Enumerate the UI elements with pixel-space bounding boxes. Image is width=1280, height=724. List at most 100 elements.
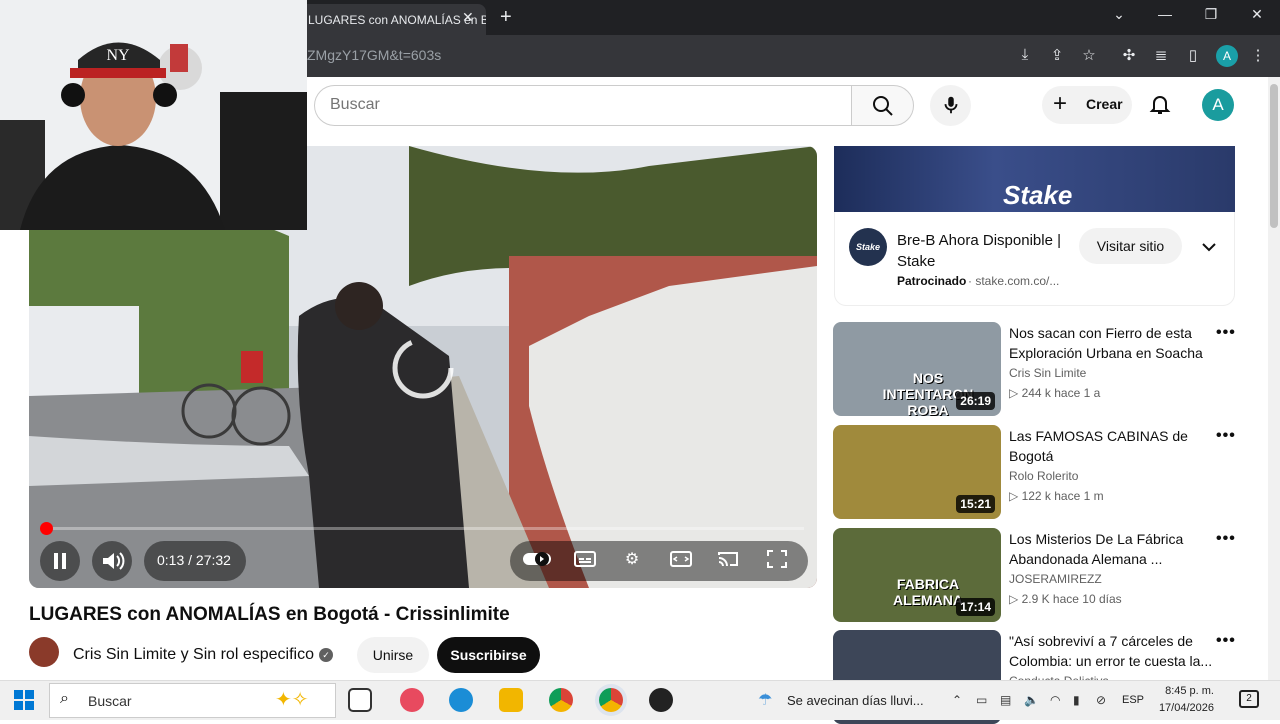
notification-count: 2 [1246, 693, 1252, 704]
rec-meta: ▷ 244 k hace 1 a [1009, 386, 1101, 400]
more-options-icon[interactable]: ••• [1216, 530, 1236, 548]
rec-channel[interactable]: JOSERAMIREZZ [1009, 572, 1102, 586]
progress-scrubber[interactable] [40, 522, 53, 535]
ad-title[interactable]: Bre-B Ahora Disponible | Stake [897, 230, 1077, 272]
channel-avatar[interactable] [29, 637, 59, 667]
rec-channel[interactable]: Rolo Rolerito [1009, 469, 1078, 483]
chevron-down-icon[interactable] [1200, 238, 1218, 261]
weather-text[interactable]: Se avecinan días lluvi... [787, 693, 924, 708]
mic-tray-icon[interactable]: ▮ [1073, 693, 1080, 707]
more-options-icon[interactable]: ••• [1216, 632, 1236, 650]
visit-site-button[interactable]: Visitar sitio [1079, 228, 1182, 264]
rec-title[interactable]: Nos sacan con Fierro de esta Exploración… [1009, 323, 1214, 363]
rec-meta: ▷ 122 k hace 1 m [1009, 489, 1104, 503]
chrome-profile-icon[interactable] [599, 688, 623, 712]
taskbar-search-label: Buscar [88, 693, 132, 709]
rec-title[interactable]: "Así sobreviví a 7 cárceles de Colombia:… [1009, 631, 1214, 671]
tab-title: LUGARES con ANOMALÍAS en Bogotá [308, 13, 486, 27]
create-label: Crear [1086, 96, 1123, 112]
new-tab-icon[interactable]: + [500, 6, 512, 29]
notification-center-icon[interactable]: 2 [1239, 690, 1259, 708]
file-explorer-icon[interactable] [499, 688, 523, 712]
language-indicator[interactable]: ESP [1122, 694, 1144, 706]
side-panel-icon[interactable]: ▯ [1182, 46, 1204, 64]
rec-title[interactable]: Los Misterios De La Fábrica Abandonada A… [1009, 529, 1214, 569]
channel-name[interactable]: Cris Sin Limite y Sin rol especifico [73, 646, 314, 664]
browser-tab[interactable]: LUGARES con ANOMALÍAS en Bogotá [296, 4, 486, 35]
cast-icon[interactable] [714, 549, 742, 574]
search-button[interactable] [851, 85, 914, 126]
clock-time[interactable]: 8:45 p. m. [1158, 685, 1214, 697]
rec-channel[interactable]: Cris Sin Limite [1009, 366, 1086, 380]
search-input[interactable] [330, 96, 830, 114]
rec-thumbnail[interactable]: FABRICA ALEMANA 17:14 [833, 528, 1001, 622]
restore-icon[interactable]: ❐ [1196, 6, 1226, 23]
video-title: LUGARES con ANOMALÍAS en Bogotá - Crissi… [29, 604, 510, 625]
tray-app-icon[interactable]: ▭ [976, 693, 987, 707]
ad-banner-logo: Stake [1003, 180, 1073, 210]
volume-icon [103, 552, 125, 570]
wifi-icon[interactable]: ◠ [1050, 693, 1060, 707]
miniplayer-icon[interactable] [667, 549, 695, 574]
verified-check-icon: ✓ [319, 648, 333, 662]
tray-app-icon-2[interactable]: ▤ [1000, 693, 1011, 707]
progress-track[interactable] [46, 527, 804, 530]
rec-thumbnail[interactable]: 15:21 [833, 425, 1001, 519]
browser-menu-icon[interactable]: ⋮ [1247, 46, 1269, 64]
volume-button[interactable] [92, 541, 132, 581]
pause-icon [54, 553, 66, 569]
rec-duration: 26:19 [956, 392, 995, 410]
autoplay-toggle-icon[interactable] [522, 549, 551, 574]
install-icon[interactable]: ⤓ [1014, 46, 1036, 63]
search-icon [872, 96, 893, 116]
clock-date[interactable]: 17/04/2026 [1158, 702, 1214, 714]
scrollbar-thumb[interactable] [1270, 84, 1278, 228]
share-icon[interactable]: ⇪ [1046, 46, 1068, 64]
voice-search-button[interactable] [930, 85, 971, 126]
fullscreen-icon[interactable] [763, 549, 791, 574]
rec-thumbnail[interactable]: NOS INTENTARON ROBA 26:19 [833, 322, 1001, 416]
close-window-icon[interactable]: ✕ [1242, 6, 1272, 23]
url-text[interactable]: ZMgzY17GM&t=603s [307, 47, 441, 63]
browser-profile-avatar[interactable]: A [1216, 45, 1238, 67]
more-options-icon[interactable]: ••• [1216, 427, 1236, 445]
minimize-icon[interactable]: — [1150, 6, 1180, 22]
windows-start-icon[interactable] [14, 690, 34, 715]
sparkle-icon: ✦✧ [275, 689, 309, 711]
app-icon-1[interactable] [400, 688, 424, 712]
rec-duration: 17:14 [956, 598, 995, 616]
rec-duration: 15:21 [956, 495, 995, 513]
tab-search-icon[interactable]: ⌄ [1104, 6, 1134, 23]
chevron-up-icon[interactable]: ⌃ [952, 693, 962, 707]
settings-gear-icon[interactable]: ⚙ [618, 549, 646, 569]
task-view-icon[interactable] [348, 688, 372, 712]
chrome-icon[interactable] [549, 688, 573, 712]
network-off-icon[interactable]: ⊘ [1096, 693, 1106, 707]
join-button[interactable]: Unirse [357, 637, 429, 673]
more-options-icon[interactable]: ••• [1216, 324, 1236, 342]
weather-icon: ☂ [758, 692, 773, 709]
pause-button[interactable] [40, 541, 80, 581]
ad-advertiser-logo[interactable]: Stake [849, 228, 887, 266]
subtitles-icon[interactable] [571, 549, 599, 574]
edge-icon[interactable] [449, 688, 473, 712]
ad-domain: · stake.com.co/... [968, 274, 1060, 288]
time-display: 0:13 / 27:32 [157, 552, 231, 568]
media-icon[interactable]: ≣ [1150, 46, 1172, 64]
rec-title[interactable]: Las FAMOSAS CABINAS de Bogotá [1009, 426, 1214, 466]
extensions-icon[interactable]: ✣ [1118, 46, 1140, 64]
svg-text:NY: NY [106, 47, 130, 64]
tab-close-icon[interactable]: ✕ [462, 9, 474, 26]
plus-icon: + [1053, 90, 1068, 117]
bookmark-star-icon[interactable]: ☆ [1078, 46, 1100, 64]
mic-icon [944, 96, 957, 114]
rec-meta: ▷ 2.9 K hace 10 días [1009, 592, 1122, 606]
ad-sponsored-label: Patrocinado [897, 274, 967, 288]
notifications-icon[interactable] [1148, 92, 1172, 121]
account-avatar[interactable]: A [1202, 89, 1234, 121]
speaker-icon[interactable]: 🔈 [1024, 693, 1039, 707]
webcam-overlay: NY [0, 0, 307, 230]
obs-icon[interactable] [649, 688, 673, 712]
subscribe-button[interactable]: Suscribirse [437, 637, 540, 673]
search-icon: ⌕ [60, 690, 69, 707]
